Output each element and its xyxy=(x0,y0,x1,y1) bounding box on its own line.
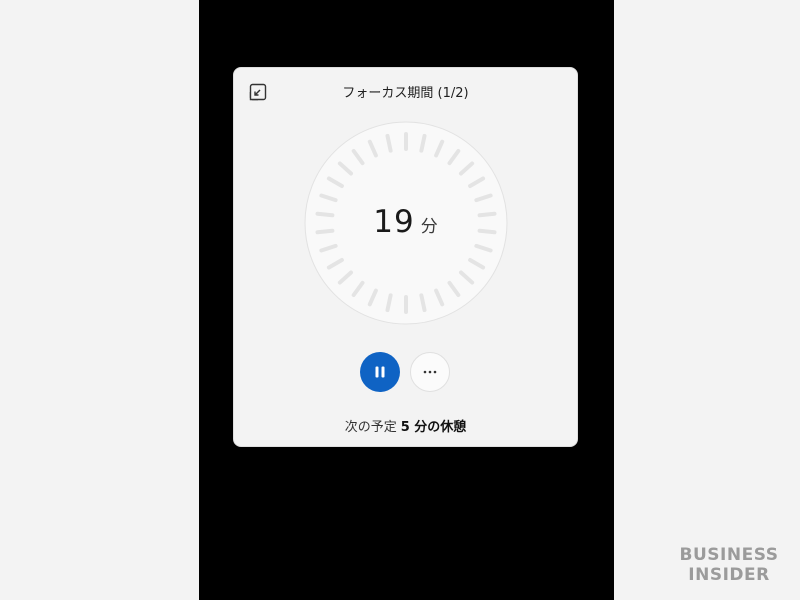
pause-icon xyxy=(375,366,385,378)
pause-button[interactable] xyxy=(360,352,400,392)
session-title: フォーカス期間 (1/2) xyxy=(342,86,469,101)
next-up-detail: 5 分の休憩 xyxy=(400,420,467,435)
time-unit: 分 xyxy=(420,217,438,237)
time-value: 19 xyxy=(373,204,415,240)
more-icon xyxy=(423,370,437,374)
next-up-prefix: 次の予定 xyxy=(344,420,397,435)
focus-session-card: フォーカス期間 (1/2) 19 分 次の予定 5 分の休憩 xyxy=(233,67,578,447)
time-readout: 19 分 xyxy=(234,204,577,240)
next-up-text: 次の予定 5 分の休憩 xyxy=(234,416,577,435)
svg-text:BUSINESS: BUSINESS xyxy=(680,545,779,565)
business-insider-logo: BUSINESS INSIDER xyxy=(674,543,784,585)
screen: フォーカス期間 (1/2) 19 分 次の予定 5 分の休憩 BUSINESS … xyxy=(0,0,800,600)
more-options-button[interactable] xyxy=(410,352,450,392)
svg-text:INSIDER: INSIDER xyxy=(688,565,769,583)
